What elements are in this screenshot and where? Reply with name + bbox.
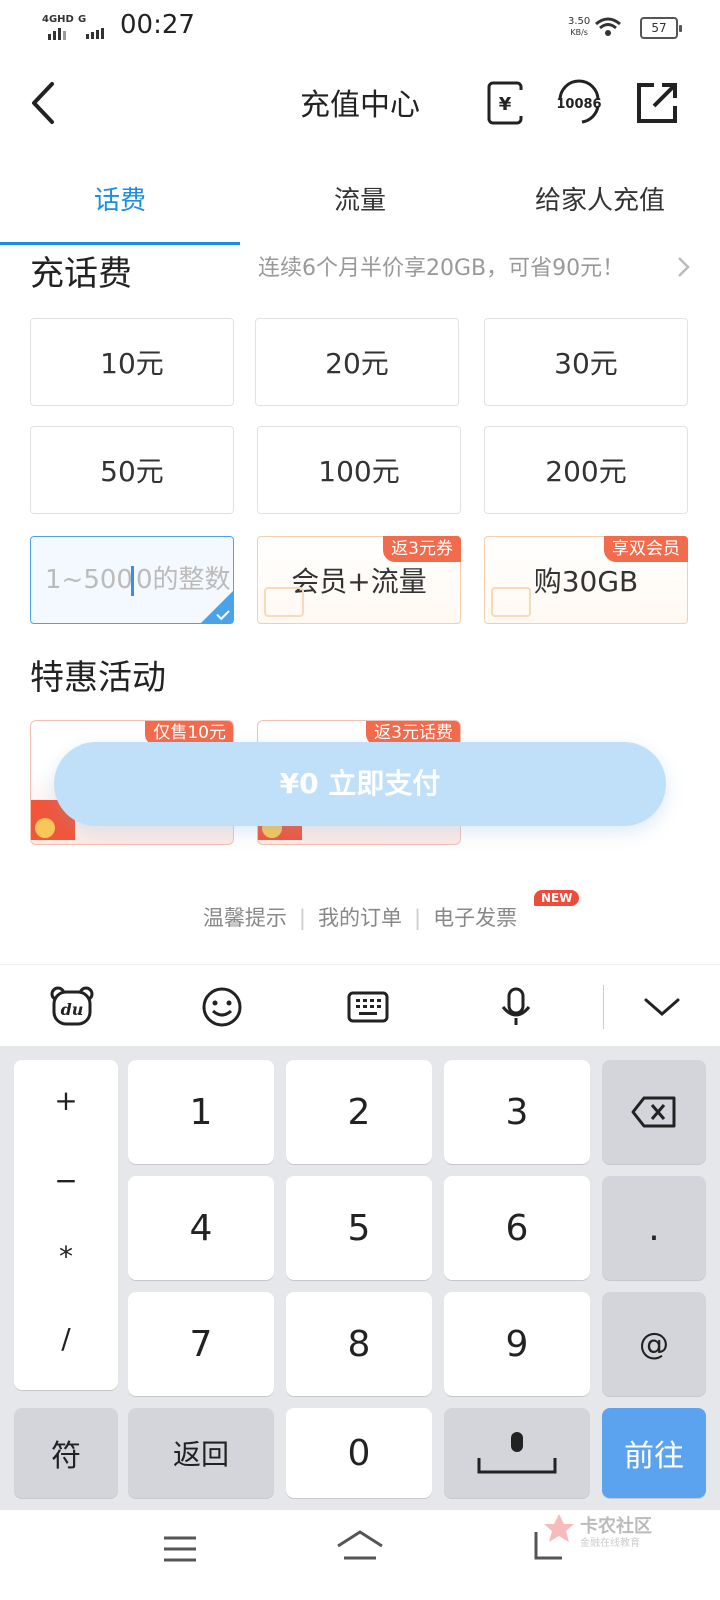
menu-icon[interactable] bbox=[160, 1532, 200, 1566]
tab-family-recharge[interactable]: 给家人充值 bbox=[480, 180, 720, 217]
asterisk-key[interactable]: * bbox=[14, 1240, 118, 1273]
amount-option[interactable]: 20元 bbox=[255, 318, 459, 406]
promo-link[interactable]: 连续6个月半价享20GB，可省90元！ bbox=[258, 250, 624, 282]
tips-link[interactable]: 温馨提示 bbox=[203, 906, 287, 930]
backspace-icon bbox=[631, 1096, 676, 1128]
watermark-logo-icon bbox=[544, 1514, 574, 1542]
custom-amount-input[interactable]: 1~500 0的整数 bbox=[30, 536, 234, 624]
tab-phone-bill[interactable]: 话费 bbox=[0, 180, 240, 217]
numeric-keyboard: + − * / 1 2 3 4 5 6 . 7 8 9 @ 符 返回 0 前往 bbox=[0, 1046, 720, 1510]
key-3[interactable]: 3 bbox=[444, 1060, 590, 1164]
net-speed-value: 3.50 bbox=[568, 16, 591, 27]
at-key[interactable]: @ bbox=[602, 1292, 706, 1396]
key-5[interactable]: 5 bbox=[286, 1176, 432, 1280]
amount-option[interactable]: 10元 bbox=[30, 318, 234, 406]
keyboard-icon[interactable] bbox=[346, 985, 390, 1029]
key-4[interactable]: 4 bbox=[128, 1176, 274, 1280]
coin-icon bbox=[35, 818, 55, 838]
key-7[interactable]: 7 bbox=[128, 1292, 274, 1396]
minus-key[interactable]: − bbox=[14, 1164, 118, 1197]
back-key[interactable]: 返回 bbox=[128, 1408, 274, 1498]
dot-key[interactable]: . bbox=[602, 1176, 706, 1280]
baidu-input-logo-icon[interactable]: du bbox=[50, 985, 94, 1029]
net-speed-unit: KB/s bbox=[570, 28, 588, 37]
home-icon[interactable] bbox=[334, 1528, 386, 1568]
option-label: 会员+流量 bbox=[291, 565, 427, 598]
go-key[interactable]: 前往 bbox=[602, 1408, 706, 1498]
footer-links: 温馨提示 | 我的订单 | 电子发票 bbox=[202, 906, 518, 930]
wifi-icon bbox=[595, 17, 621, 36]
selected-corner bbox=[201, 591, 233, 623]
recharge-title: 充话费 bbox=[30, 254, 132, 294]
battery-icon: 57 bbox=[640, 17, 682, 39]
emoji-icon[interactable] bbox=[200, 985, 244, 1029]
logo-text: du bbox=[61, 1000, 84, 1019]
option-label: 购30GB bbox=[533, 565, 639, 598]
share-icon[interactable] bbox=[632, 78, 682, 128]
clock: 00:27 bbox=[120, 10, 195, 40]
member-data-option[interactable]: 会员+流量 返3元券 bbox=[257, 536, 461, 624]
amount-option[interactable]: 100元 bbox=[257, 426, 461, 514]
calendar-icon bbox=[491, 587, 531, 617]
text-caret bbox=[130, 565, 134, 596]
e-invoice-link[interactable]: 电子发票 bbox=[433, 906, 517, 930]
symbols-key[interactable]: 符 bbox=[14, 1408, 118, 1498]
calendar-icon bbox=[264, 587, 304, 617]
placeholder-part-1: 1~500 bbox=[45, 565, 133, 595]
chevron-right-icon bbox=[678, 257, 690, 277]
keyboard-toolbar: du bbox=[0, 964, 720, 1046]
key-2[interactable]: 2 bbox=[286, 1060, 432, 1164]
amount-option[interactable]: 30元 bbox=[484, 318, 688, 406]
activities-title: 特惠活动 bbox=[30, 658, 166, 698]
slash-key[interactable]: / bbox=[14, 1322, 118, 1355]
svg-text:¥: ¥ bbox=[499, 94, 512, 115]
tab-indicator bbox=[0, 242, 240, 245]
tab-data[interactable]: 流量 bbox=[240, 180, 480, 217]
amount-option[interactable]: 200元 bbox=[484, 426, 688, 514]
page-title: 充值中心 bbox=[300, 88, 420, 123]
key-1[interactable]: 1 bbox=[128, 1060, 274, 1164]
space-key[interactable] bbox=[444, 1408, 590, 1498]
customer-service-icon[interactable]: 10086 bbox=[554, 78, 604, 128]
option-badge: 享双会员 bbox=[604, 536, 688, 562]
symbol-column: + − * / bbox=[14, 1060, 118, 1390]
key-6[interactable]: 6 bbox=[444, 1176, 590, 1280]
service-number: 10086 bbox=[556, 97, 601, 112]
network-type-1: 4GHD bbox=[42, 14, 74, 25]
my-orders-link[interactable]: 我的订单 bbox=[318, 906, 402, 930]
bill-icon[interactable]: ¥ bbox=[480, 78, 530, 128]
new-badge: NEW bbox=[534, 890, 580, 906]
signal-icon-1 bbox=[48, 28, 66, 40]
option-badge: 返3元券 bbox=[383, 536, 461, 562]
microphone-icon[interactable] bbox=[494, 985, 538, 1029]
signal-icon-2 bbox=[86, 28, 104, 39]
buy-30gb-option[interactable]: 购30GB 享双会员 bbox=[484, 536, 688, 624]
backspace-key[interactable] bbox=[602, 1060, 706, 1164]
key-8[interactable]: 8 bbox=[286, 1292, 432, 1396]
promo-text: 连续6个月半价享20GB，可省90元！ bbox=[258, 256, 625, 281]
status-bar: 4GHD G 00:27 3.50 KB/s 57 bbox=[0, 0, 720, 56]
net-speed: 3.50 KB/s bbox=[568, 16, 590, 38]
divider bbox=[603, 985, 604, 1029]
key-9[interactable]: 9 bbox=[444, 1292, 590, 1396]
space-voice-icon bbox=[477, 1432, 557, 1474]
amount-option[interactable]: 50元 bbox=[30, 426, 234, 514]
watermark-subtext: 金融在线教育 bbox=[580, 1538, 640, 1549]
pay-now-button[interactable]: ¥0 立即支付 bbox=[54, 742, 666, 826]
network-type-2: G bbox=[78, 14, 87, 25]
collapse-keyboard-icon[interactable] bbox=[640, 985, 684, 1029]
plus-key[interactable]: + bbox=[14, 1084, 118, 1117]
key-0[interactable]: 0 bbox=[286, 1408, 432, 1498]
